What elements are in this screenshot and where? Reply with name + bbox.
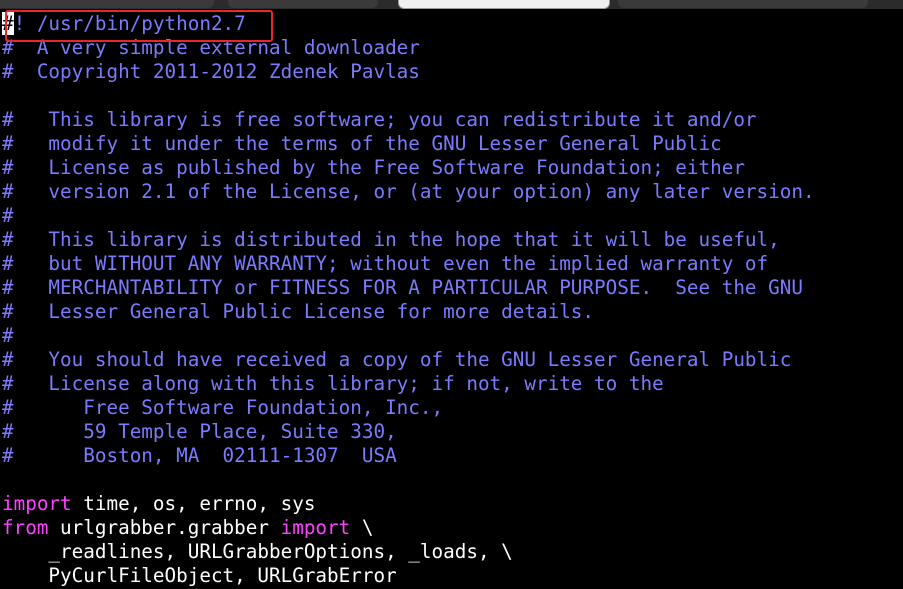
module-name: urlgrabber.grabber [48, 516, 281, 539]
comment-line: # License along with this library; if no… [2, 372, 664, 395]
shebang-line: #! /usr/bin/python2.7 [2, 12, 246, 36]
comment-line: # 59 Temple Place, Suite 330, [2, 420, 397, 443]
comment-line: # Free Software Foundation, Inc., [2, 396, 444, 419]
terminal-tab-4[interactable] [618, 0, 868, 8]
comment-line: # Copyright 2011-2012 Zdenek Pavlas [2, 60, 420, 83]
comment-line: # This library is free software; you can… [2, 108, 757, 131]
comment-line: # [2, 324, 14, 347]
comment-line: # Boston, MA 02111-1307 USA [2, 444, 397, 467]
comment-line: # This library is distributed in the hop… [2, 228, 780, 251]
import-line: import time, os, errno, sys [2, 492, 315, 516]
shebang-text: ! /usr/bin/python2.7 [13, 12, 246, 35]
from-import-line: from urlgrabber.grabber import \ [2, 516, 373, 540]
terminal-tab-2[interactable] [228, 0, 378, 8]
vim-editor-buffer[interactable]: #! /usr/bin/python2.7 # A very simple ex… [0, 12, 903, 589]
terminal-tab-bar: × [0, 0, 903, 9]
import-continuation-line-2: PyCurlFileObject, URLGrabError [2, 564, 397, 587]
comment-line: # modify it under the terms of the GNU L… [2, 132, 722, 155]
import-keyword: import [280, 516, 351, 539]
import-targets: time, os, errno, sys [71, 492, 316, 515]
import-keyword: import [2, 492, 72, 515]
terminal-tab-1[interactable] [0, 0, 214, 8]
comment-line: # version 2.1 of the License, or (at you… [2, 180, 815, 203]
line-continuation: \ [350, 516, 374, 539]
comment-line: # MERCHANTABILITY or FITNESS FOR A PARTI… [2, 276, 803, 299]
text-cursor: # [2, 12, 14, 35]
comment-line: # License as published by the Free Softw… [2, 156, 745, 179]
terminal-tab-3[interactable]: × [398, 0, 610, 9]
comment-line: # Lesser General Public License for more… [2, 300, 595, 323]
comment-line: # [2, 204, 14, 227]
comment-line: # but WITHOUT ANY WARRANTY; without even… [2, 252, 769, 275]
comment-line: # A very simple external downloader [2, 36, 420, 59]
from-keyword: from [2, 516, 49, 539]
comment-line: # You should have received a copy of the… [2, 348, 792, 371]
import-continuation-line-1: _readlines, URLGrabberOptions, _loads, \ [2, 540, 513, 563]
close-icon[interactable]: × [593, 0, 601, 3]
